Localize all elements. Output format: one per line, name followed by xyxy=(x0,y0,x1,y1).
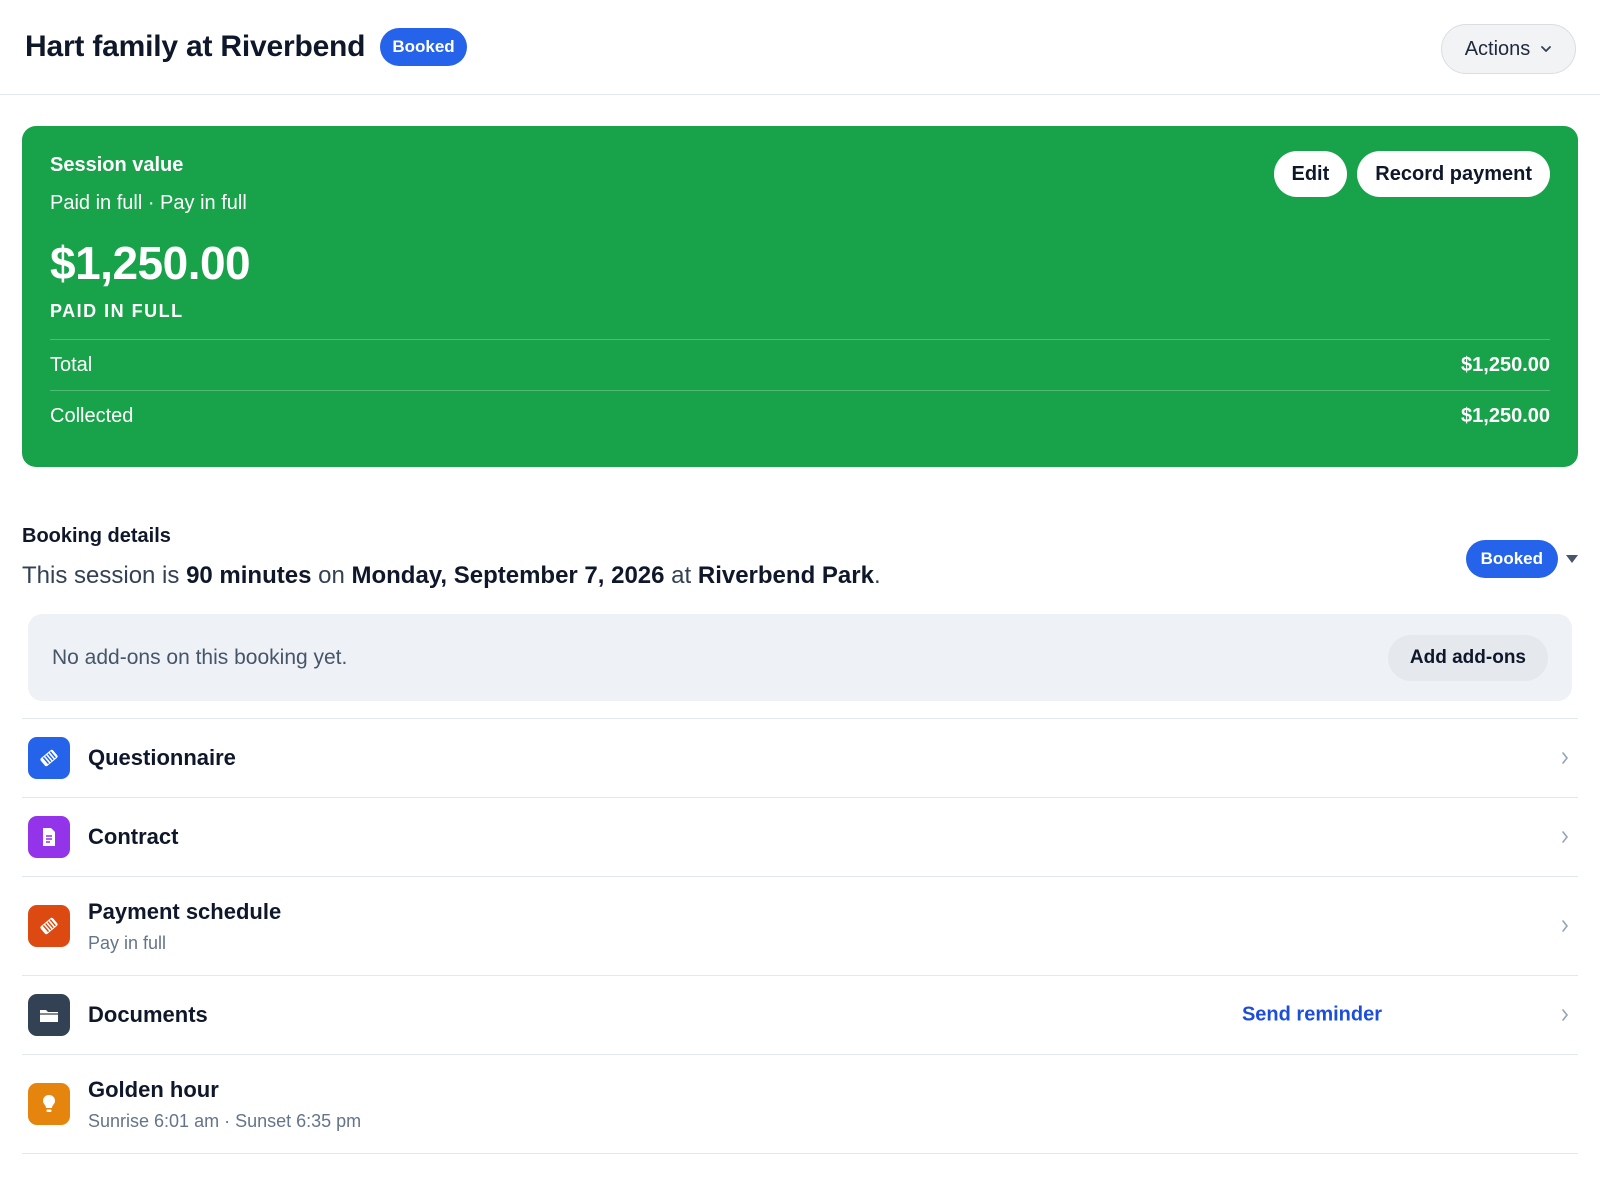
collected-value: $1,250.00 xyxy=(1461,404,1550,427)
document-icon xyxy=(28,816,70,858)
list-item-documents[interactable]: Documents Send reminder xyxy=(22,976,1578,1055)
total-value: $1,250.00 xyxy=(1461,353,1550,376)
caret-down-icon[interactable] xyxy=(1566,555,1578,563)
contract-title: Contract xyxy=(88,824,179,849)
questionnaire-text: Questionnaire xyxy=(88,745,236,771)
summary-prefix: This session is xyxy=(22,562,187,589)
actions-label: Actions xyxy=(1464,37,1531,60)
documents-text: Documents xyxy=(88,1002,208,1028)
summary-suffix: . xyxy=(873,562,881,589)
chevron-right-icon xyxy=(1562,752,1569,764)
golden-hour-subtitle: Sunrise 6:01 am · Sunset 6:35 pm xyxy=(88,1110,362,1131)
record-payment-button[interactable]: Record payment xyxy=(1357,151,1550,197)
golden-hour-text: Golden hour Sunrise 6:01 am · Sunset 6:3… xyxy=(88,1077,361,1132)
payment-schedule-subtitle: Pay in full xyxy=(88,932,167,953)
list-item-questionnaire[interactable]: Questionnaire xyxy=(22,719,1578,798)
send-reminder-link[interactable]: Send reminder xyxy=(1242,1004,1382,1027)
clipboard-icon xyxy=(28,737,70,779)
chevron-right-icon xyxy=(1562,1009,1569,1021)
page-title: Hart family at Riverbend xyxy=(25,30,366,63)
session-duration: 90 minutes xyxy=(186,562,312,589)
booking-details-heading: Booking details xyxy=(22,525,171,547)
session-value-card: Session value Paid in full · Pay in full… xyxy=(22,126,1578,467)
summary-at: at xyxy=(664,562,698,589)
session-value-amount: $1,250.00 xyxy=(50,237,251,289)
session-location: Riverbend Park xyxy=(697,562,874,589)
tag-icon xyxy=(28,905,70,947)
total-row: Total $1,250.00 xyxy=(50,339,1550,390)
booking-status-dropdown[interactable]: Booked xyxy=(1465,540,1578,578)
golden-hour-title: Golden hour xyxy=(88,1076,219,1102)
payment-schedule-text: Payment schedule Pay in full xyxy=(88,899,281,954)
list-item-contract[interactable]: Contract xyxy=(22,798,1578,877)
booking-status-badge[interactable]: Booked xyxy=(1465,540,1558,578)
addons-panel: No add-ons on this booking yet. Add add-… xyxy=(28,614,1572,701)
edit-button[interactable]: Edit xyxy=(1273,151,1348,197)
documents-title: Documents xyxy=(88,1002,208,1027)
contract-text: Contract xyxy=(88,824,178,850)
chevron-down-icon xyxy=(1541,46,1552,52)
questionnaire-title: Questionnaire xyxy=(88,745,236,770)
session-value-subtitle: Paid in full · Pay in full xyxy=(50,192,247,214)
add-addons-button[interactable]: Add add-ons xyxy=(1387,634,1548,681)
total-label: Total xyxy=(50,353,93,376)
addons-empty-text: No add-ons on this booking yet. xyxy=(52,645,348,669)
lightbulb-icon xyxy=(28,1083,70,1125)
status-badge: Booked xyxy=(380,28,467,66)
folder-icon xyxy=(28,994,70,1036)
top-bar: Hart family at Riverbend Booked Actions xyxy=(0,0,1600,95)
booking-summary: This session is 90 minutes on Monday, Se… xyxy=(22,562,881,590)
collected-label: Collected xyxy=(50,404,134,427)
actions-button[interactable]: Actions xyxy=(1441,24,1576,74)
session-value-actions: Edit Record payment xyxy=(1273,151,1550,197)
list-item-golden-hour: Golden hour Sunrise 6:01 am · Sunset 6:3… xyxy=(22,1055,1578,1154)
collected-row: Collected $1,250.00 xyxy=(50,390,1550,441)
list-item-payment-schedule[interactable]: Payment schedule Pay in full xyxy=(22,877,1578,976)
chevron-right-icon xyxy=(1562,831,1569,843)
session-value-label: Session value xyxy=(50,154,184,176)
payment-status: PAID IN FULL xyxy=(50,301,184,321)
payment-schedule-title: Payment schedule xyxy=(88,898,282,924)
chevron-right-icon xyxy=(1562,920,1569,932)
summary-on: on xyxy=(311,562,352,589)
session-date: Monday, September 7, 2026 xyxy=(351,562,665,589)
booking-items-list: Questionnaire Contract Payment schedule … xyxy=(22,718,1578,1154)
